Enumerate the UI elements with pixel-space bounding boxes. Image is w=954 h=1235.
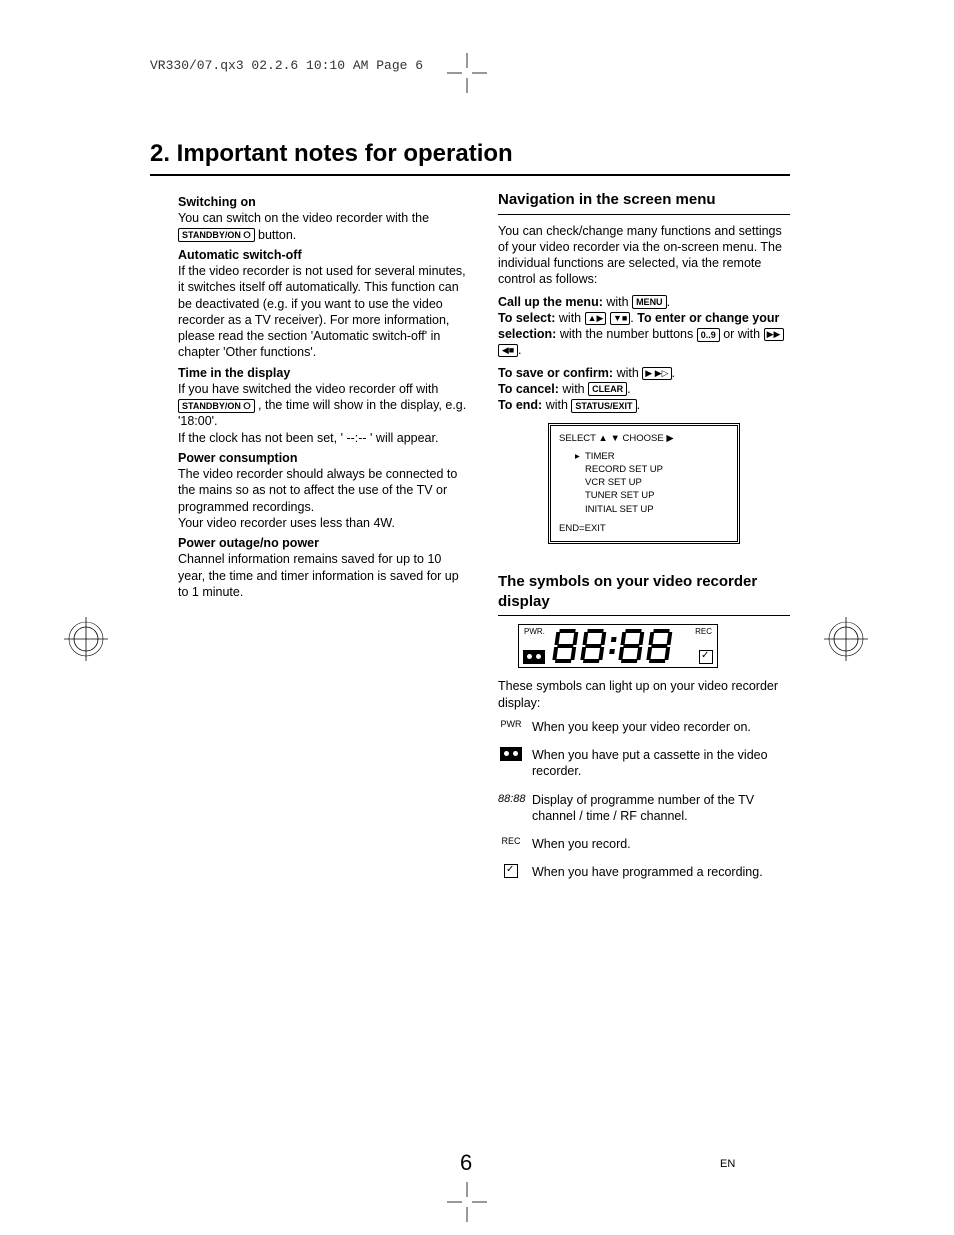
- standby-on-button-icon-2: STANDBY/ON ⭘: [178, 399, 255, 413]
- osd-pointer-icon: ▸: [575, 450, 585, 463]
- standby-on-button-icon: STANDBY/ON ⭘: [178, 228, 255, 242]
- symbols-heading: The symbols on your video recorder displ…: [498, 572, 790, 611]
- cassette-symbol-text: When you have put a cassette in the vide…: [532, 747, 790, 780]
- vfd-pwr-label: PWR.: [524, 627, 545, 637]
- outage-text: Channel information remains saved for up…: [178, 551, 470, 600]
- programmed-symbol-icon: [498, 864, 524, 882]
- osd-item-2-label: VCR SET UP: [585, 477, 642, 488]
- with-3: with: [617, 366, 643, 380]
- registration-mark-left-icon: [64, 617, 108, 661]
- switching-on-part1: You can switch on the video recorder wit…: [178, 211, 429, 225]
- osd-top: SELECT ▲ ▼ CHOOSE ▶: [559, 432, 729, 445]
- switching-on-text: You can switch on the video recorder wit…: [178, 210, 470, 243]
- rec-symbol-text: When you record.: [532, 836, 631, 852]
- digits-symbol-text: Display of programme number of the TV ch…: [532, 792, 790, 825]
- up-play-button-icon: ▲▶: [585, 312, 607, 325]
- time-heading: Time in the display: [178, 365, 470, 381]
- or-with: or with: [723, 327, 763, 341]
- with-5: with: [546, 398, 572, 412]
- time-part3: If the clock has not been set, ' --:-- '…: [178, 431, 438, 445]
- nav-rule: [498, 214, 790, 215]
- osd-item-0-label: TIMER: [585, 451, 615, 462]
- osd-item-2: VCR SET UP: [575, 476, 729, 489]
- language-code: EN: [720, 1158, 735, 1170]
- osd-item-4: INITIAL SET UP: [575, 503, 729, 516]
- switching-on-part2: button.: [258, 228, 296, 242]
- call-menu-line: Call up the menu: with MENU.: [498, 294, 790, 310]
- end-label: To end:: [498, 398, 542, 412]
- with-2: with: [559, 311, 585, 325]
- end-line: To end: with STATUS/EXIT.: [498, 397, 790, 413]
- osd-item-1: RECORD SET UP: [575, 463, 729, 476]
- power-heading: Power consumption: [178, 450, 470, 466]
- page: VR330/07.qx3 02.2.6 10:10 AM Page 6: [0, 0, 954, 1235]
- save-label: To save or confirm:: [498, 366, 613, 380]
- cancel-label: To cancel:: [498, 382, 559, 396]
- print-header: VR330/07.qx3 02.2.6 10:10 AM Page 6: [150, 58, 423, 73]
- down-stop-button-icon: ▼■: [610, 312, 630, 325]
- osd-items: ▸TIMER RECORD SET UP VCR SET UP TUNER SE…: [559, 450, 729, 516]
- pwr-symbol-text: When you keep your video recorder on.: [532, 719, 751, 735]
- select-label: To select:: [498, 311, 555, 325]
- power-text2: Your video recorder uses less than 4W.: [178, 515, 470, 531]
- right-column: Navigation in the screen menu You can ch…: [498, 190, 790, 894]
- symbols-list: PWR When you keep your video recorder on…: [498, 719, 790, 882]
- content: 2. Important notes for operation Switchi…: [150, 140, 790, 894]
- rec-symbol-icon: REC: [498, 836, 524, 848]
- save-line: To save or confirm: with ▶ ▶▷.: [498, 365, 790, 381]
- symbol-row-rec: REC When you record.: [498, 836, 790, 852]
- page-number: 6: [460, 1150, 472, 1176]
- num-button-icon: 0..9: [697, 328, 720, 342]
- osd-item-0: ▸TIMER: [575, 450, 729, 463]
- num-text: with the number buttons: [560, 327, 697, 341]
- ffwd-button-icon: ▶ ▶▷: [642, 367, 671, 380]
- page-title: 2. Important notes for operation: [150, 140, 790, 168]
- symbols-intro: These symbols can light up on your video…: [498, 678, 790, 711]
- osd-end: END=EXIT: [559, 522, 729, 535]
- power-text1: The video recorder should always be conn…: [178, 466, 470, 515]
- outage-heading: Power outage/no power: [178, 535, 470, 551]
- vfd-display-box: PWR. REC: [518, 624, 718, 668]
- crop-mark-bottom-icon: [447, 1182, 487, 1222]
- symbol-row-programmed: When you have programmed a recording.: [498, 864, 790, 882]
- select-line: To select: with ▲▶ ▼■. To enter or chang…: [498, 310, 790, 359]
- time-part1: If you have switched the video recorder …: [178, 382, 438, 396]
- digits-symbol-icon: 88:88: [498, 792, 524, 806]
- registration-mark-right-icon: [824, 617, 868, 661]
- auto-off-heading: Automatic switch-off: [178, 247, 470, 263]
- cancel-line: To cancel: with CLEAR.: [498, 381, 790, 397]
- osd-item-3: TUNER SET UP: [575, 489, 729, 502]
- with-1: with: [606, 295, 632, 309]
- switching-on-heading: Switching on: [178, 194, 470, 210]
- left-stop-button-icon: ◀■: [498, 344, 518, 357]
- symbol-row-digits: 88:88 Display of programme number of the…: [498, 792, 790, 825]
- right-play-button-icon: ▶▶: [764, 328, 784, 341]
- with-4: with: [562, 382, 588, 396]
- vfd-digits-icon: [551, 627, 681, 665]
- call-menu-label: Call up the menu:: [498, 295, 603, 309]
- crop-mark-top-icon: [447, 53, 487, 93]
- nav-intro: You can check/change many functions and …: [498, 223, 790, 288]
- osd-item-4-label: INITIAL SET UP: [585, 504, 654, 515]
- symbol-row-cassette: When you have put a cassette in the vide…: [498, 747, 790, 780]
- programmed-symbol-text: When you have programmed a recording.: [532, 864, 763, 880]
- left-column: Switching on You can switch on the video…: [150, 190, 470, 894]
- osd-item-1-label: RECORD SET UP: [585, 464, 663, 475]
- status-exit-button-icon: STATUS/EXIT: [571, 399, 636, 413]
- cassette-symbol-icon: [498, 747, 524, 765]
- vfd-cassette-icon: [523, 650, 545, 664]
- symbols-rule: [498, 615, 790, 616]
- menu-button-icon: MENU: [632, 295, 667, 309]
- auto-off-text: If the video recorder is not used for se…: [178, 263, 470, 361]
- vfd-programmed-icon: [699, 650, 713, 664]
- vfd-rec-label: REC: [695, 627, 712, 637]
- symbol-row-pwr: PWR When you keep your video recorder on…: [498, 719, 790, 735]
- osd-menu-box: SELECT ▲ ▼ CHOOSE ▶ ▸TIMER RECORD SET UP…: [548, 423, 740, 544]
- nav-heading: Navigation in the screen menu: [498, 190, 790, 210]
- time-text: If you have switched the video recorder …: [178, 381, 470, 446]
- clear-button-icon: CLEAR: [588, 382, 627, 396]
- osd-item-3-label: TUNER SET UP: [585, 490, 655, 501]
- pwr-symbol-icon: PWR: [498, 719, 524, 731]
- title-rule: [150, 174, 790, 176]
